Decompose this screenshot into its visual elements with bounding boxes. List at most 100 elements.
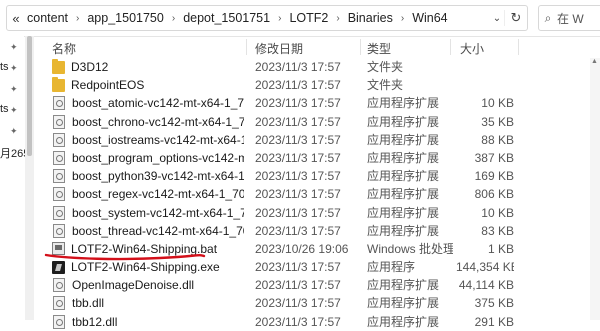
file-date: 2023/10/26 19:06 [255,241,349,256]
file-date: 2023/11/3 17:57 [255,187,341,202]
file-name: OpenImageDenoise.dll [72,278,195,293]
file-row[interactable]: boost_atomic-vc142-mt-x64-1_70.dll 2023/1… [40,94,600,112]
file-row[interactable]: boost_chrono-vc142-mt-x64-1_70.dll 2023/1… [40,113,600,131]
navigation-item[interactable]: ts [0,103,9,115]
file-type: 应用程序扩展 [367,114,440,129]
file-type: 应用程序扩展 [367,169,440,184]
breadcrumb-item[interactable]: depot_1501751 [181,11,272,25]
column-header: 名称 修改日期 类型 大小 [40,36,600,58]
file-row[interactable]: LOTF2-Win64-Shipping.bat 2023/10/26 19:06… [40,240,600,258]
file-size: 35 KB [481,114,514,129]
breadcrumb-separator-icon[interactable]: › [330,13,345,24]
file-name-cell[interactable]: boost_program_options-vc142-mt-x6... [52,149,244,167]
file-name: tbb12.dll [72,314,118,329]
file-row[interactable]: D3D12 2023/11/3 17:57 文件夹 [40,58,600,76]
file-size: 375 KB [474,296,514,311]
file-row[interactable]: LOTF2-Win64-Shipping.exe 2023/11/3 17:57 应… [40,258,600,276]
file-list-scrollbar[interactable]: ▲ [590,58,600,320]
column-divider[interactable] [246,39,247,55]
breadcrumb-separator-icon[interactable]: › [70,13,85,24]
column-name-header[interactable]: 名称 [52,40,76,57]
file-name-cell[interactable]: OpenImageDenoise.dll [52,276,244,294]
file-name-cell[interactable]: boost_iostreams-vc142-mt-x64-1_70.... [52,131,244,149]
search-box[interactable]: ⌕ 在 W [538,5,600,31]
refresh-icon[interactable]: ↻ [504,10,527,26]
column-divider[interactable] [360,39,361,55]
file-name: boost_thread-vc142-mt-x64-1_70.dll [72,223,244,238]
breadcrumb-item[interactable]: content [25,11,70,25]
file-size: 387 KB [474,150,514,165]
column-divider[interactable] [518,39,519,55]
exe-file-icon [52,260,65,274]
file-name: boost_iostreams-vc142-mt-x64-1_70.... [72,132,244,147]
address-overflow-icon[interactable]: « [7,11,25,26]
file-type: 应用程序扩展 [367,296,440,311]
file-date: 2023/11/3 17:57 [255,314,341,329]
file-name-cell[interactable]: LOTF2-Win64-Shipping.bat [52,240,244,258]
file-date: 2023/11/3 17:57 [255,278,341,293]
address-dropdown-icon[interactable]: ⌄ [490,13,504,24]
file-name-cell[interactable]: tbb12.dll [52,313,244,331]
dll-file-icon [53,314,65,329]
file-name-cell[interactable]: boost_regex-vc142-mt-x64-1_70.dll [52,185,244,203]
toolbar: « content › app_1501750 › depot_1501751 › LOTF… [0,0,600,37]
breadcrumb-item[interactable]: Binaries [346,11,395,25]
file-type: 应用程序扩展 [367,314,440,329]
file-name-cell[interactable]: boost_chrono-vc142-mt-x64-1_70.dll [52,113,244,131]
dll-file-icon [53,296,65,311]
file-row[interactable]: boost_thread-vc142-mt-x64-1_70.dll 2023/1… [40,222,600,240]
scroll-up-icon[interactable]: ▲ [591,58,598,65]
breadcrumb-item[interactable]: Win64 [410,11,449,25]
file-type: Windows 批处理... [367,241,453,256]
file-name: LOTF2-Win64-Shipping.exe [71,260,220,275]
file-name-cell[interactable]: boost_system-vc142-mt-x64-1_70.dll [52,204,244,222]
file-name-cell[interactable]: boost_python39-vc142-mt-x64-1_70.... [52,167,244,185]
pin-icon: ✦ [10,84,18,94]
file-name-cell[interactable]: boost_thread-vc142-mt-x64-1_70.dll [52,222,244,240]
breadcrumb-separator-icon[interactable]: › [395,13,410,24]
navigation-scroll-thumb[interactable] [27,36,32,156]
file-row[interactable]: RedpointEOS 2023/11/3 17:57 文件夹 [40,76,600,94]
navigation-scrollbar[interactable] [25,36,34,320]
file-row[interactable]: tbb12.dll 2023/11/3 17:57 应用程序扩展 291 KB [40,313,600,331]
address-bar[interactable]: « content › app_1501750 › depot_1501751 › LOTF… [6,5,528,31]
file-name-cell[interactable]: D3D12 [52,58,244,76]
pin-icon: ✦ [10,126,18,136]
navigation-pane: ✦ ✦ ts ✦ ✦ ts ✦ 月265 [0,36,29,320]
column-size-header[interactable]: 大小 [460,40,484,57]
file-size: 169 KB [474,169,514,184]
file-name-cell[interactable]: boost_atomic-vc142-mt-x64-1_70.dll [52,94,244,112]
search-icon: ⌕ [544,10,552,25]
file-name-cell[interactable]: tbb.dll [52,294,244,312]
file-row[interactable]: boost_program_options-vc142-mt-x6... 2023… [40,149,600,167]
breadcrumb-item[interactable]: app_1501750 [85,11,165,25]
breadcrumb-separator-icon[interactable]: › [272,13,287,24]
file-name-cell[interactable]: LOTF2-Win64-Shipping.exe [52,258,244,276]
column-type-header[interactable]: 类型 [367,40,391,57]
file-name: LOTF2-Win64-Shipping.bat [71,241,218,256]
file-name-cell[interactable]: RedpointEOS [52,76,244,94]
column-divider[interactable] [450,39,451,55]
dll-file-icon [53,187,65,202]
file-date: 2023/11/3 17:57 [255,205,341,220]
breadcrumb-separator-icon[interactable]: › [166,13,181,24]
file-size: 10 KB [481,96,514,111]
file-row[interactable]: boost_python39-vc142-mt-x64-1_70.... 2023… [40,167,600,185]
dll-file-icon [53,150,65,165]
file-row[interactable]: tbb.dll 2023/11/3 17:57 应用程序扩展 375 KB [40,294,600,312]
pin-icon: ✦ [10,42,18,52]
file-size: 10 KB [481,205,514,220]
file-size: 44,114 KB [458,278,514,293]
batch-file-icon [52,242,65,256]
file-name: boost_system-vc142-mt-x64-1_70.dll [72,205,244,220]
file-row[interactable]: boost_regex-vc142-mt-x64-1_70.dll 2023/11… [40,185,600,203]
file-row[interactable]: boost_iostreams-vc142-mt-x64-1_70.... 202… [40,131,600,149]
dll-file-icon [53,205,65,220]
file-name: boost_regex-vc142-mt-x64-1_70.dll [72,187,244,202]
file-size: 291 KB [474,314,514,329]
breadcrumb-item[interactable]: LOTF2 [287,11,330,25]
file-row[interactable]: OpenImageDenoise.dll 2023/11/3 17:57 应用程序扩… [40,276,600,294]
navigation-item[interactable]: ts [0,61,9,73]
column-date-header[interactable]: 修改日期 [255,40,303,57]
file-row[interactable]: boost_system-vc142-mt-x64-1_70.dll 2023/1… [40,204,600,222]
